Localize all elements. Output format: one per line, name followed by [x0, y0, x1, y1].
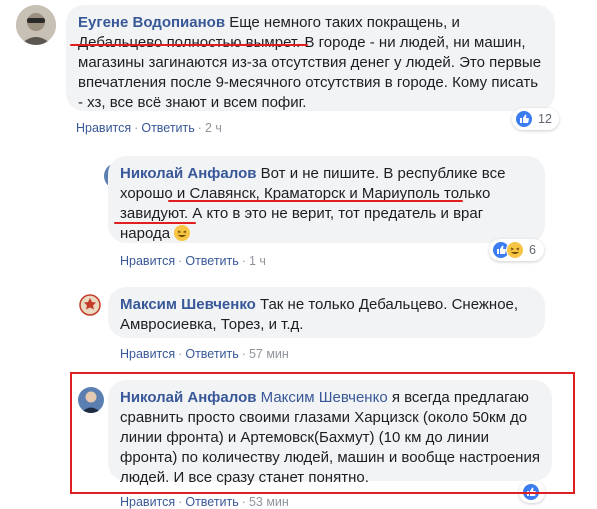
reply-link[interactable]: Ответить — [185, 495, 238, 509]
haha-reaction-icon — [506, 241, 524, 259]
reply-link[interactable]: Ответить — [185, 254, 238, 268]
timestamp[interactable]: 2 ч — [205, 121, 222, 135]
reaction-count: 6 — [529, 243, 536, 257]
like-link[interactable]: Нравится — [76, 121, 131, 135]
comment-author[interactable]: Николай Анфалов — [120, 165, 257, 182]
separator: · — [178, 254, 183, 268]
comment-actions: Нравится · Ответить · 1 ч — [120, 254, 266, 268]
emblem-avatar-icon — [78, 293, 102, 317]
reactions-summary[interactable]: 12 — [512, 108, 559, 130]
comment-author[interactable]: Максим Шевченко — [120, 296, 256, 313]
reaction-count: 12 — [538, 112, 552, 126]
highlight-box-annotation — [70, 372, 575, 494]
underline-annotation — [114, 222, 196, 224]
comment-bubble: Максим Шевченко Так не только Дебальцево… — [108, 287, 545, 338]
separator: · — [178, 347, 183, 361]
like-link[interactable]: Нравится — [120, 254, 175, 268]
reply-link[interactable]: Ответить — [185, 347, 238, 361]
laughing-emoji-icon — [174, 225, 191, 241]
comment-author[interactable]: Еугене Водопианов — [78, 14, 225, 31]
underline-annotation — [168, 200, 463, 202]
timestamp[interactable]: 53 мин — [249, 495, 289, 509]
separator: · — [134, 121, 139, 135]
separator: · — [241, 495, 246, 509]
timestamp[interactable]: 1 ч — [249, 254, 266, 268]
avatar-photo-icon — [16, 5, 56, 45]
like-reaction-icon — [515, 110, 533, 128]
avatar[interactable] — [16, 5, 56, 45]
comment-bubble: Еугене Водопианов Еще немного таких покр… — [66, 5, 555, 111]
separator: · — [241, 347, 246, 361]
underline-annotation — [70, 44, 308, 46]
separator: · — [197, 121, 202, 135]
timestamp[interactable]: 57 мин — [249, 347, 289, 361]
reactions-summary[interactable]: 6 — [489, 239, 544, 261]
comment-actions: Нравится · Ответить · 2 ч — [76, 121, 222, 135]
comment-actions: Нравится · Ответить · 57 мин — [120, 347, 289, 361]
separator: · — [178, 495, 183, 509]
separator: · — [241, 254, 246, 268]
comment-actions: Нравится · Ответить · 53 мин — [120, 495, 289, 509]
avatar[interactable] — [78, 293, 102, 317]
like-link[interactable]: Нравится — [120, 347, 175, 361]
like-link[interactable]: Нравится — [120, 495, 175, 509]
reply-link[interactable]: Ответить — [141, 121, 194, 135]
